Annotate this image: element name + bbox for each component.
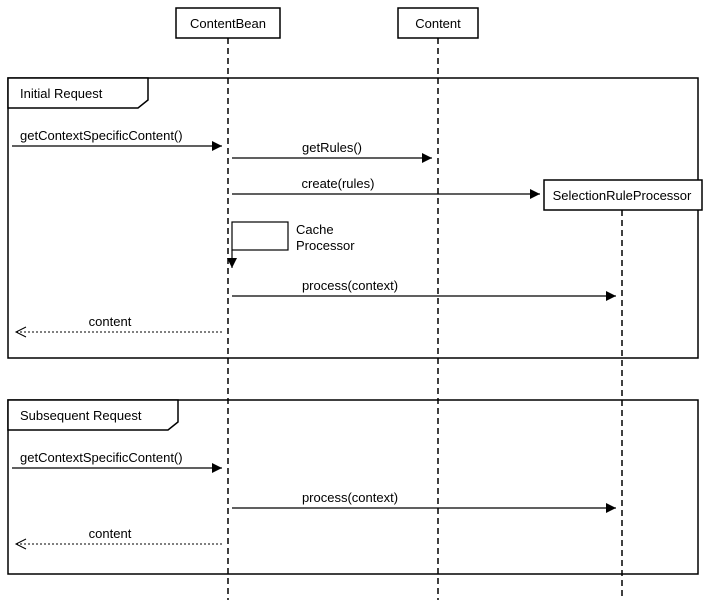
message-process-2-label: process(context) [302, 490, 398, 505]
arrow-icon [212, 141, 222, 151]
message-create-label: create(rules) [302, 176, 375, 191]
participant-selectionruleprocessor-label: SelectionRuleProcessor [553, 188, 692, 203]
return-content-2-label: content [89, 526, 132, 541]
frame-initial-request-label: Initial Request [20, 86, 103, 101]
arrow-icon [422, 153, 432, 163]
self-cache-processor-label-2: Processor [296, 238, 355, 253]
arrow-icon [212, 463, 222, 473]
message-getcontextspecificcontent-1-label: getContextSpecificContent() [20, 128, 183, 143]
return-content-1-label: content [89, 314, 132, 329]
arrow-icon [530, 189, 540, 199]
arrow-icon [606, 291, 616, 301]
message-process-1-label: process(context) [302, 278, 398, 293]
sequence-diagram: ContentBean Content Initial Request getC… [0, 0, 704, 606]
self-cache-processor-label-1: Cache [296, 222, 334, 237]
message-getrules-label: getRules() [302, 140, 362, 155]
message-getcontextspecificcontent-2-label: getContextSpecificContent() [20, 450, 183, 465]
participant-content-label: Content [415, 16, 461, 31]
arrow-icon [606, 503, 616, 513]
participant-contentbean-label: ContentBean [190, 16, 266, 31]
frame-subsequent-request-label: Subsequent Request [20, 408, 142, 423]
self-cache-processor-box [232, 222, 288, 250]
